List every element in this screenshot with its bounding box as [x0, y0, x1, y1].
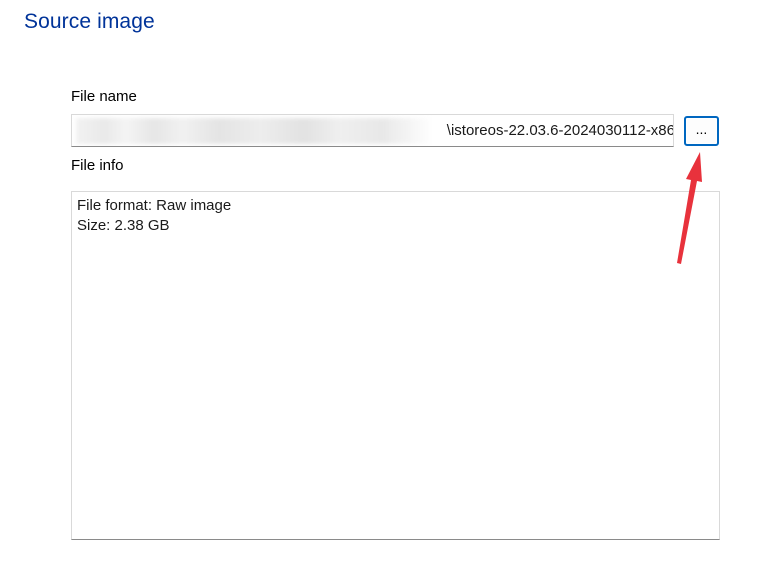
browse-button[interactable]: ... [684, 116, 719, 146]
file-name-value: \istoreos-22.03.6-2024030112-x86 [446, 122, 674, 139]
source-image-page: Source image File name \istoreos-22.03.6… [0, 0, 774, 573]
file-format-line: File format: Raw image [77, 197, 232, 214]
file-name-label: File name [71, 88, 137, 105]
file-size-line: Size: 2.38 GB [77, 217, 170, 234]
page-title: Source image [24, 10, 155, 33]
redacted-path-blur [76, 118, 432, 144]
file-info-box[interactable]: File format: Raw image Size: 2.38 GB [71, 191, 720, 540]
file-name-field[interactable]: \istoreos-22.03.6-2024030112-x86 [71, 114, 674, 147]
file-info-label: File info [71, 157, 124, 174]
